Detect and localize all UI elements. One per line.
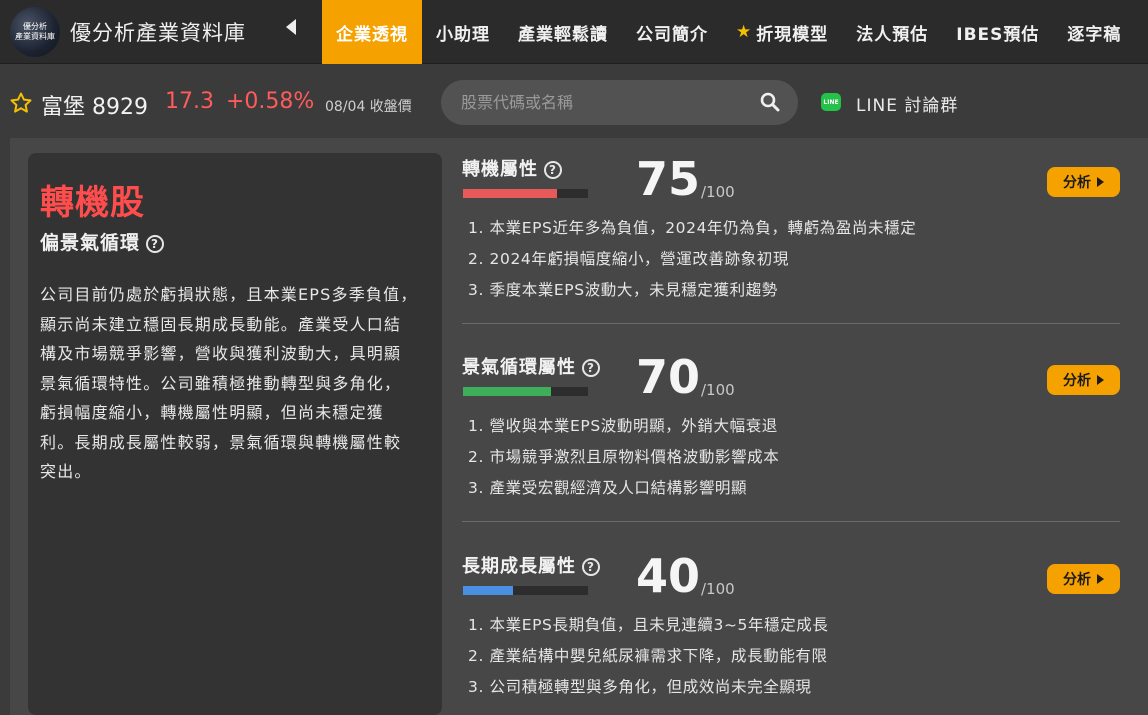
play-icon [1097, 177, 1104, 187]
analyze-button-label: 分析 [1063, 373, 1091, 389]
logo[interactable]: 優分析 產業資料庫 [10, 7, 60, 57]
nav-prev-arrow-icon[interactable] [286, 19, 296, 35]
stock-name-code: 富堡 8929 [41, 95, 148, 120]
list-item: 3. 季度本業EPS波動大，未見穩定獲利趨勢 [468, 281, 778, 299]
tab-dcf-model[interactable]: ★ 折現模型 [722, 0, 842, 64]
favorite-star-icon[interactable] [9, 91, 33, 121]
attribute-name-text: 轉機屬性 [462, 159, 538, 180]
star-icon: ★ [736, 22, 753, 42]
tab-label: 法人預估 [856, 24, 929, 45]
list-item: 1. 營收與本業EPS波動明顯，外銷大幅衰退 [468, 417, 778, 435]
tab-label: 逐字稿 [1067, 24, 1122, 45]
attribute-cyclical: 景氣循環屬性? 70 /100 分析 1. 營收與本業EPS波動明顯，外銷大幅衰… [462, 350, 1122, 513]
score-bar [463, 586, 588, 595]
summary-text: 公司目前仍處於虧損狀態，且本業EPS多季負值，顯示尚未建立穩固長期成長動能。產業… [40, 285, 418, 481]
attribute-points: 1. 本業EPS近年多為負值，2024年仍為負，轉虧為盈尚未穩定 2. 2024… [468, 213, 916, 306]
score-max: /100 [701, 381, 735, 399]
help-icon[interactable]: ? [544, 161, 562, 179]
score-bar-fill [463, 586, 513, 595]
line-group-link[interactable]: LINE 討論群 [856, 91, 958, 116]
analyze-button[interactable]: 分析 [1047, 365, 1120, 395]
attribute-name: 長期成長屬性? [462, 552, 600, 578]
tab-industry-reading[interactable]: 產業輕鬆讀 [504, 0, 622, 64]
stock-change: +0.58% [226, 89, 315, 114]
attribute-name-text: 長期成長屬性 [462, 556, 576, 577]
play-icon [1097, 574, 1104, 584]
tab-label: 折現模型 [756, 24, 829, 45]
analyze-button[interactable]: 分析 [1047, 564, 1120, 594]
stock-price: 17.3 [165, 89, 214, 114]
attribute-points: 1. 本業EPS長期負值，且未見連續3~5年穩定成長 2. 產業結構中嬰兒紙尿褲… [468, 610, 829, 703]
tab-company-profile[interactable]: 公司簡介 [622, 0, 722, 64]
attribute-name: 景氣循環屬性? [462, 353, 600, 379]
list-item: 2. 產業結構中嬰兒紙尿褲需求下降，成長動能有限 [468, 647, 828, 665]
attribute-score: 40 [636, 549, 701, 603]
analyze-button-label: 分析 [1063, 175, 1091, 191]
stock-type-subtitle: 偏景氣循環? [40, 228, 165, 255]
list-item: 2. 市場競爭激烈且原物料價格波動影響成本 [468, 448, 780, 466]
list-item: 3. 公司積極轉型與多角化，但成效尚未完全顯現 [468, 678, 812, 696]
list-item: 1. 本業EPS長期負值，且未見連續3~5年穩定成長 [468, 616, 829, 634]
attribute-score: 75 [636, 152, 701, 206]
stock-type-title: 轉機股 [40, 183, 145, 223]
stock-search [441, 80, 798, 125]
search-input[interactable] [461, 80, 751, 125]
list-item: 1. 本業EPS近年多為負值，2024年仍為負，轉虧為盈尚未穩定 [468, 219, 917, 237]
help-icon[interactable]: ? [146, 234, 165, 253]
top-nav: 優分析 產業資料庫 優分析產業資料庫 企業透視 小助理 產業輕鬆讀 公司簡介 ★… [0, 0, 1148, 64]
attribute-points: 1. 營收與本業EPS波動明顯，外銷大幅衰退 2. 市場競爭激烈且原物料價格波動… [468, 411, 779, 504]
tab-enterprise-perspective[interactable]: 企業透視 [322, 0, 422, 64]
close-date-label: 08/04 收盤價 [325, 99, 412, 115]
search-icon[interactable] [760, 92, 780, 112]
nav-tabs: 企業透視 小助理 產業輕鬆讀 公司簡介 ★ 折現模型 法人預估 IBES預估 逐… [322, 0, 1135, 64]
help-icon[interactable]: ? [582, 359, 600, 377]
stock-type-subtitle-text: 偏景氣循環 [40, 232, 141, 254]
tab-label: 公司簡介 [636, 24, 708, 45]
help-icon[interactable]: ? [582, 558, 600, 576]
score-max: /100 [701, 183, 735, 201]
tab-transcripts[interactable]: 逐字稿 [1053, 0, 1135, 64]
divider [462, 323, 1120, 324]
tab-label: IBES預估 [956, 24, 1040, 45]
attribute-name: 轉機屬性? [462, 155, 562, 181]
play-icon [1097, 375, 1104, 385]
tab-label: 產業輕鬆讀 [518, 24, 608, 45]
analyze-button-label: 分析 [1063, 572, 1091, 588]
list-item: 3. 產業受宏觀經濟及人口結構影響明顯 [468, 479, 748, 497]
analyze-button[interactable]: 分析 [1047, 167, 1120, 197]
tab-label: 小助理 [436, 24, 490, 45]
brand-title[interactable]: 優分析產業資料庫 [70, 17, 246, 47]
logo-text-2: 產業資料庫 [15, 32, 55, 41]
score-bar-fill [463, 189, 557, 198]
score-bar [463, 387, 588, 396]
attribute-long-term-growth: 長期成長屬性? 40 /100 分析 1. 本業EPS長期負值，且未見連續3~5… [462, 549, 1122, 712]
score-bar [463, 189, 588, 198]
tab-assistant[interactable]: 小助理 [422, 0, 504, 64]
score-max: /100 [701, 580, 735, 598]
score-bar-fill [463, 387, 551, 396]
line-app-icon[interactable]: LINE [821, 93, 841, 111]
tab-label: 企業透視 [336, 24, 408, 45]
attribute-name-text: 景氣循環屬性 [462, 357, 576, 378]
divider [462, 521, 1120, 522]
tab-ibes-estimates[interactable]: IBES預估 [942, 0, 1053, 64]
tab-institutional-estimates[interactable]: 法人預估 [842, 0, 942, 64]
attribute-score: 70 [636, 350, 701, 404]
list-item: 2. 2024年虧損幅度縮小，營運改善跡象初現 [468, 250, 789, 268]
attribute-turnaround: 轉機屬性? 75 /100 分析 1. 本業EPS近年多為負值，2024年仍為負… [462, 152, 1122, 315]
logo-text-1: 優分析 [23, 22, 47, 31]
